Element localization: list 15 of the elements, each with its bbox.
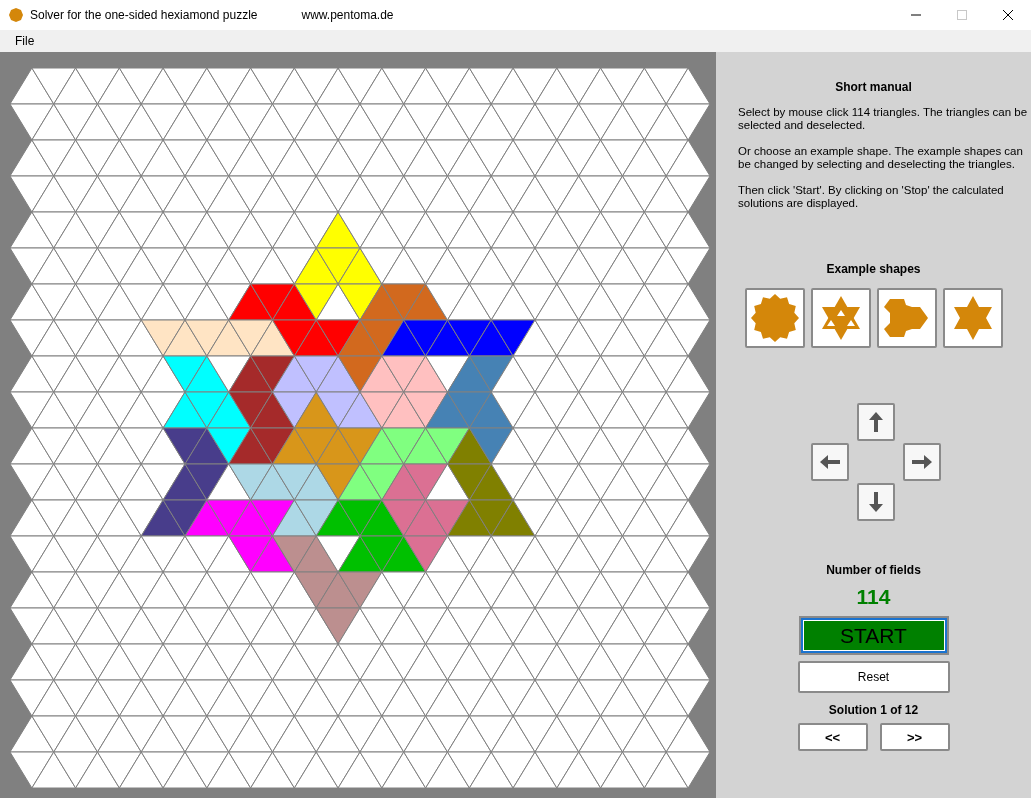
start-button[interactable]: START — [798, 616, 949, 655]
fields-count: 114 — [856, 585, 891, 609]
manual-paragraph: Then click 'Start'. By clicking on 'Stop' the calculated solutions are displayed. — [738, 184, 1005, 210]
window-title: Solver for the one-sided hexiamond puzzle — [30, 8, 258, 22]
previous-button[interactable]: << — [797, 723, 868, 751]
examples-heading: Example shapes — [826, 262, 921, 276]
reset-button[interactable]: Reset — [797, 661, 950, 693]
solution-counter: Solution 1 of 12 — [828, 703, 919, 717]
website-address: www.pentoma.de — [301, 8, 394, 22]
fields-label: Number of fields — [826, 563, 921, 577]
manual-paragraph: Select by mouse click 114 triangles. The triangles can be selected and deselected. — [738, 106, 1028, 132]
next-button[interactable]: >> — [879, 723, 950, 751]
manual-paragraph: Or choose an example shape. The example shapes can be changed by selecting and deselecting the triangles. — [738, 145, 1024, 171]
manual-heading: Short manual — [835, 80, 912, 94]
file-menu[interactable]: File — [9, 34, 41, 48]
